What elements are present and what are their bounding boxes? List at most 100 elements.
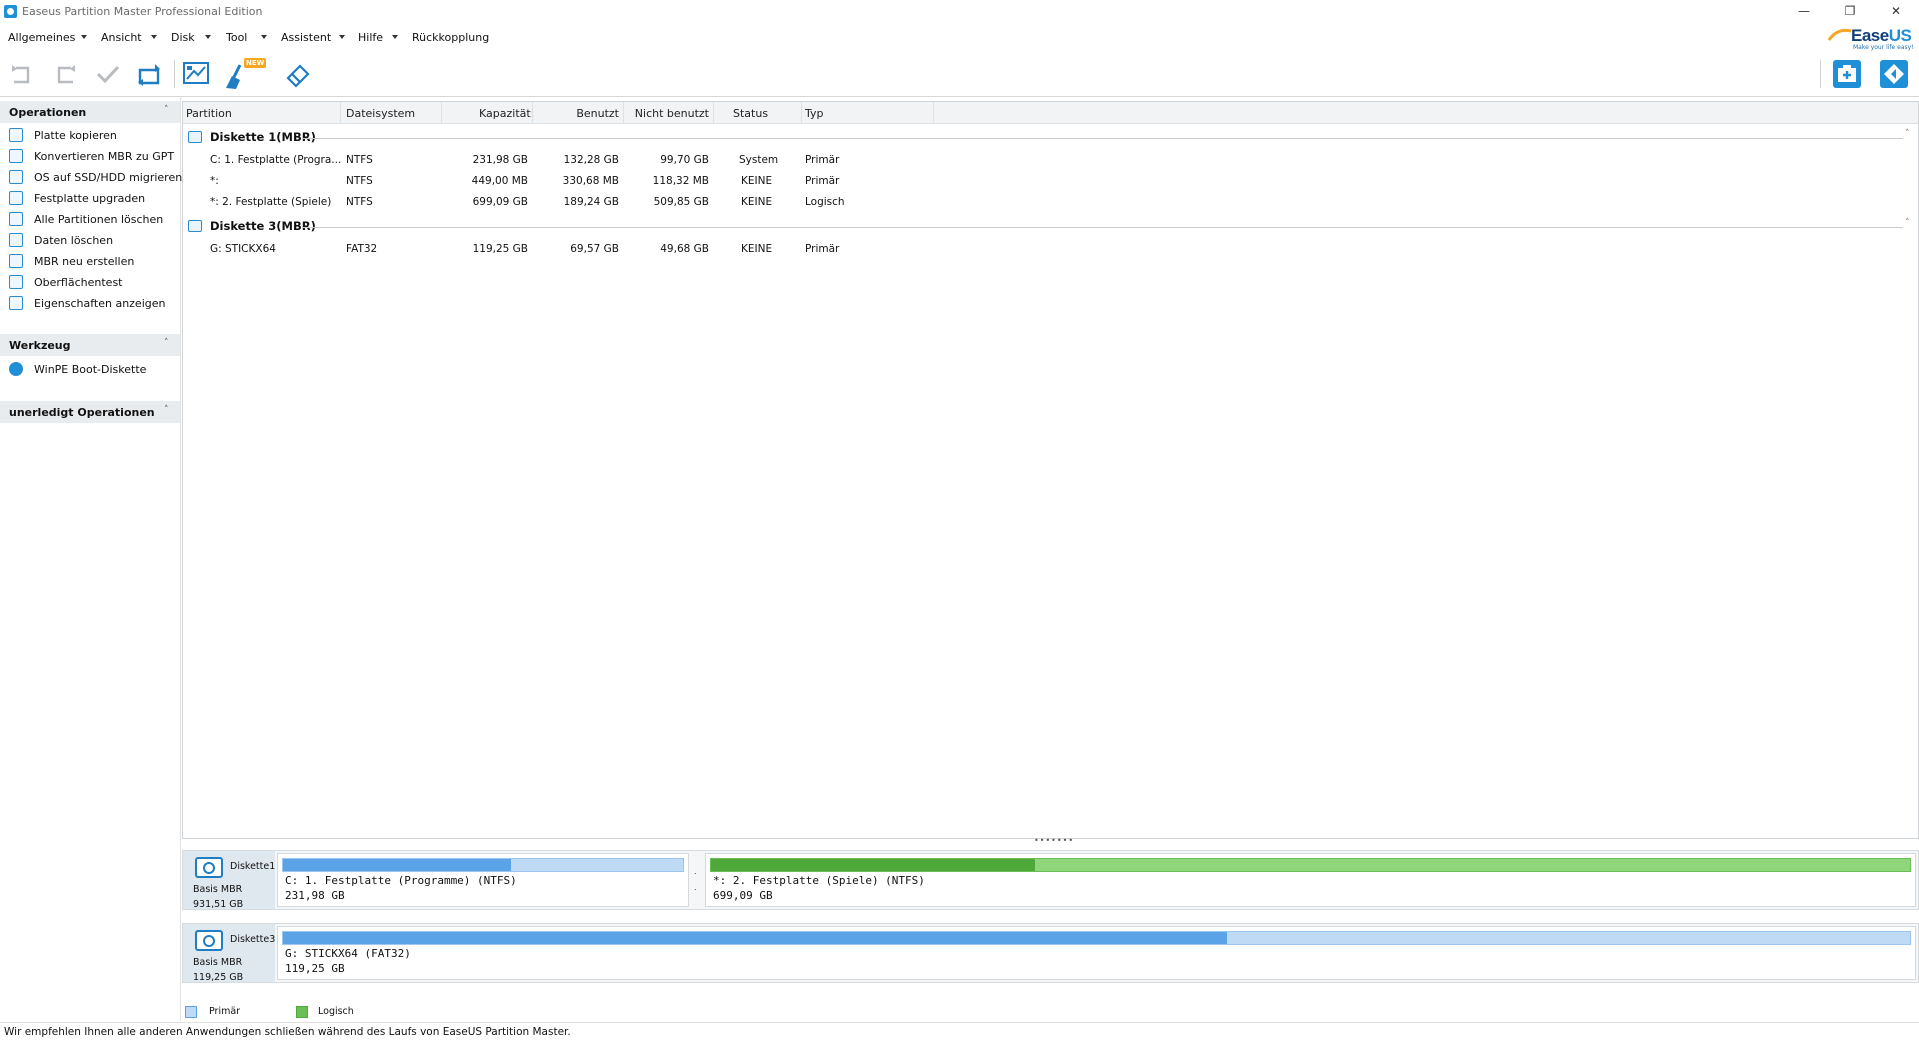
cell-unused: 118,32 MB [652, 175, 709, 187]
unallocated-gap[interactable]: .. [690, 853, 702, 905]
cell-capacity: 449,00 MB [471, 175, 528, 187]
app-icon [4, 5, 17, 18]
diskmap-diskette1: Diskette1 Basis MBR 931,51 GB C: 1. Fest… [182, 850, 1919, 910]
disk-group-header[interactable]: Diskette 3(MBR) ˄ [183, 216, 1918, 236]
chevron-down-icon[interactable] [151, 35, 157, 39]
restore-button[interactable]: ❐ [1827, 0, 1873, 24]
partition-table: Partition Dateisystem Kapazität: Benutzt… [182, 101, 1919, 839]
menu-hilfe[interactable]: Hilfe [358, 31, 383, 44]
eraser-icon[interactable] [282, 58, 314, 90]
menu-disk[interactable]: Disk [171, 31, 195, 44]
col-kapazitaet[interactable]: Kapazität: [479, 107, 534, 120]
panel-splitter[interactable]: ••••••• [1034, 837, 1073, 845]
col-divider [441, 102, 442, 123]
tool-winpe[interactable]: WinPE Boot-Diskette [0, 359, 180, 380]
disk-group-header[interactable]: Diskette 1(MBR) ˄ [183, 127, 1918, 147]
op-daten-loeschen[interactable]: Daten löschen [0, 230, 180, 251]
col-nicht-benutzt[interactable]: Nicht benutzt [627, 107, 709, 120]
partition-label: C: 1. Festplatte (Programme) (NTFS) [285, 874, 517, 887]
col-status[interactable]: Status [733, 107, 768, 120]
pending-header[interactable]: unerledigt Operationen ˄ [0, 401, 180, 423]
op-platte-kopieren[interactable]: Platte kopieren [0, 125, 180, 146]
status-bar: Wir empfehlen Ihnen alle anderen Anwendu… [0, 1022, 1919, 1041]
col-typ[interactable]: Typ [805, 107, 824, 120]
easeus-logo: EaseUS Make your life easy! [1815, 26, 1915, 52]
op-mbr-zu-gpt[interactable]: Konvertieren MBR zu GPT [0, 146, 180, 167]
chevron-down-icon[interactable] [339, 35, 345, 39]
cell-type: Primär [805, 175, 840, 187]
menu-tool[interactable]: Tool [226, 31, 247, 44]
partition-recovery-icon[interactable] [180, 58, 212, 90]
chevron-down-icon[interactable] [81, 35, 87, 39]
disk-name: Diskette1 [230, 861, 276, 872]
table-row[interactable]: *: 2. Festplatte (Spiele) NTFS 699,09 GB… [183, 192, 1918, 213]
col-dateisystem[interactable]: Dateisystem [346, 107, 415, 120]
pending-title: unerledigt Operationen [9, 406, 155, 419]
operations-header[interactable]: Operationen ˄ [0, 101, 180, 123]
minimize-button[interactable]: — [1781, 0, 1827, 24]
table-row[interactable]: G: STICKX64 FAT32 119,25 GB 69,57 GB 49,… [183, 239, 1918, 260]
op-os-migrieren[interactable]: OS auf SSD/HDD migrieren [0, 167, 182, 188]
collapse-icon[interactable]: ˄ [164, 338, 169, 348]
backup-toolbox-icon[interactable] [1831, 58, 1863, 90]
collapse-icon[interactable]: ˄ [164, 405, 169, 415]
redo-icon[interactable] [49, 58, 81, 90]
chevron-down-icon[interactable] [392, 35, 398, 39]
menu-ansicht[interactable]: Ansicht [101, 31, 142, 44]
op-festplatte-upgraden[interactable]: Festplatte upgraden [0, 188, 180, 209]
tools-title: Werkzeug [9, 339, 71, 352]
tools-header[interactable]: Werkzeug ˄ [0, 334, 180, 356]
chevron-down-icon[interactable] [205, 35, 211, 39]
collapse-icon[interactable]: ˄ [164, 105, 169, 115]
collapse-icon[interactable]: ˄ [1905, 218, 1910, 228]
migrate-icon [9, 170, 23, 184]
cell-unused: 99,70 GB [660, 154, 709, 166]
collapse-icon[interactable]: ˄ [1905, 129, 1910, 139]
hard-disk-icon [195, 930, 223, 951]
usage-fill [283, 859, 511, 871]
disk-label: Diskette 3(MBR) [210, 219, 316, 233]
menu-rueckkopplung[interactable]: Rückkopplung [412, 31, 489, 44]
op-eigenschaften[interactable]: Eigenschaften anzeigen [0, 293, 180, 314]
disk-info[interactable]: Diskette1 Basis MBR 931,51 GB [183, 851, 276, 910]
table-row[interactable]: C: 1. Festplatte (Progra... NTFS 231,98 … [183, 150, 1918, 171]
cell-type: Primär [805, 243, 840, 255]
undo-icon[interactable] [6, 58, 38, 90]
cell-capacity: 119,25 GB [472, 243, 528, 255]
menu-assistent[interactable]: Assistent [281, 31, 331, 44]
navigate-diamond-icon[interactable] [1878, 58, 1910, 90]
partition-label: G: STICKX64 (FAT32) [285, 947, 411, 960]
close-button[interactable]: ✕ [1873, 0, 1919, 24]
partition-block[interactable]: C: 1. Festplatte (Programme) (NTFS) 231,… [277, 853, 689, 907]
apply-check-icon[interactable] [92, 58, 124, 90]
cell-partition: *: [210, 175, 219, 187]
cell-status: KEINE [741, 175, 773, 187]
col-partition[interactable]: Partition [186, 107, 232, 120]
disk-label: Diskette 1(MBR) [210, 130, 316, 144]
usage-bar [282, 931, 1911, 945]
properties-icon [9, 296, 23, 310]
eraser-icon [9, 233, 23, 247]
op-oberflaechentest[interactable]: Oberflächentest [0, 272, 180, 293]
table-row[interactable]: *: NTFS 449,00 MB 330,68 MB 118,32 MB KE… [183, 171, 1918, 192]
operations-title: Operationen [9, 106, 87, 119]
menu-allgemeines[interactable]: Allgemeines [8, 31, 75, 44]
op-partitionen-loeschen[interactable]: Alle Partitionen löschen [0, 209, 180, 230]
window-title: Easeus Partition Master Professional Edi… [22, 5, 263, 18]
cell-unused: 509,85 GB [653, 196, 709, 208]
cell-capacity: 699,09 GB [472, 196, 528, 208]
partition-block[interactable]: G: STICKX64 (FAT32) 119,25 GB [277, 926, 1916, 980]
refresh-icon[interactable] [133, 58, 165, 90]
disk-info[interactable]: Diskette3 Basis MBR 119,25 GB [183, 924, 275, 983]
cell-used: 189,24 GB [563, 196, 619, 208]
op-mbr-neu-erstellen[interactable]: MBR neu erstellen [0, 251, 180, 272]
new-badge: NEW [244, 58, 267, 68]
delete-x-icon [9, 212, 23, 226]
cell-capacity: 231,98 GB [472, 154, 528, 166]
partition-block[interactable]: *: 2. Festplatte (Spiele) (NTFS) 699,09 … [705, 853, 1916, 907]
cleanup-tool-button[interactable]: NEW [222, 58, 267, 92]
col-benutzt[interactable]: Benutzt [553, 107, 619, 120]
hard-disk-icon [195, 857, 223, 878]
chevron-down-icon[interactable] [261, 35, 267, 39]
cd-icon [9, 362, 23, 376]
